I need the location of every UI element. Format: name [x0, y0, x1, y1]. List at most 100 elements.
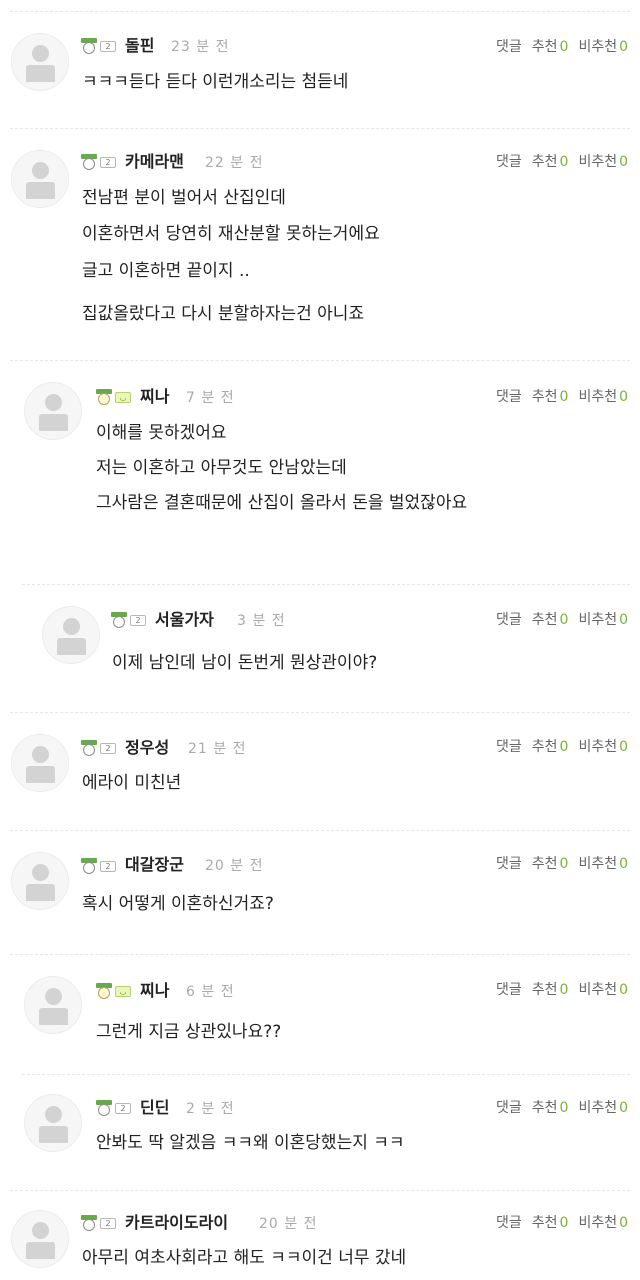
comment-actions: 댓글 추천 0 비추천 0: [486, 980, 628, 1000]
level-badge: 2: [81, 38, 116, 54]
recommend-label: 추천: [531, 856, 558, 872]
level-tag: 2: [100, 40, 116, 52]
comment-text: 안봐도 딱 알겠음 ㅋㅋ왜 이혼당했는지 ㅋㅋ: [96, 1133, 405, 1153]
avatar[interactable]: [11, 33, 69, 91]
comment-time: 20 분 전: [259, 1216, 318, 1232]
level-badge: 2: [81, 858, 116, 874]
reply-button[interactable]: 댓글: [496, 389, 522, 405]
recommend-count: 0: [559, 389, 569, 405]
comment-author[interactable]: 돌핀: [125, 36, 154, 56]
comment-actions: 댓글 추천 0 비추천 0: [486, 37, 628, 57]
comment-time: 21 분 전: [188, 741, 247, 757]
reply-button[interactable]: 댓글: [496, 1215, 522, 1231]
not-recommend-button[interactable]: 비추천 0: [578, 856, 628, 872]
reply-button[interactable]: 댓글: [496, 1100, 522, 1116]
comment-actions: 댓글 추천 0 비추천 0: [486, 387, 628, 407]
not-recommend-button[interactable]: 비추천 0: [578, 39, 628, 55]
not-recommend-button[interactable]: 비추천 0: [578, 1100, 628, 1116]
level-tag: 2: [100, 1217, 116, 1229]
comment-text: 저는 이혼하고 아무것도 안남았는데: [96, 458, 347, 478]
not-recommend-label: 비추천: [578, 982, 618, 998]
not-recommend-count: 0: [619, 856, 628, 872]
not-recommend-count: 0: [619, 39, 628, 55]
comment-author[interactable]: 대갈장군: [125, 855, 184, 875]
recommend-count: 0: [559, 39, 569, 55]
comment-author[interactable]: 찌나: [140, 981, 169, 1001]
avatar[interactable]: [11, 150, 69, 208]
recommend-button[interactable]: 추천 0: [532, 739, 569, 755]
comment-author[interactable]: 찌나: [140, 387, 169, 407]
reply-button[interactable]: 댓글: [496, 39, 522, 55]
level-tag: 2: [115, 1102, 131, 1114]
comment-text: 전남편 분이 벌어서 산집인데: [82, 188, 286, 208]
not-recommend-label: 비추천: [578, 154, 618, 170]
comment-item: 2 카메라맨 22 분 전 댓글 추천 0 비추천 0 전남편 분이 벌어서 산집인데 …: [0, 128, 640, 360]
level-tag: 2: [130, 614, 146, 626]
level-tag: 2: [100, 742, 116, 754]
not-recommend-button[interactable]: 비추천 0: [578, 612, 628, 628]
recommend-count: 0: [559, 612, 569, 628]
avatar[interactable]: [11, 1210, 69, 1268]
avatar[interactable]: [42, 606, 100, 664]
comment-item: 2 정우성 21 분 전 댓글 추천 0 비추천 0 에라이 미친년: [0, 712, 640, 830]
medal-icon: [111, 612, 127, 628]
recommend-button[interactable]: 추천 0: [532, 389, 569, 405]
recommend-label: 추천: [531, 39, 558, 55]
level-tag: 2: [100, 860, 116, 872]
comment-time: 7 분 전: [186, 390, 235, 406]
comment-item: 2 딘딘 2 분 전 댓글 추천 0 비추천 0 안봐도 딱 알겠음 ㅋㅋ왜 이혼당했는…: [0, 1074, 640, 1190]
comment-time: 22 분 전: [205, 155, 264, 171]
medal-icon: [81, 740, 97, 756]
comment-text: 이혼하면서 당연히 재산분할 못하는거에요: [82, 224, 380, 244]
reply-button[interactable]: 댓글: [496, 982, 522, 998]
recommend-button[interactable]: 추천 0: [532, 1100, 569, 1116]
recommend-label: 추천: [531, 739, 558, 755]
comment-author[interactable]: 딘딘: [140, 1098, 169, 1118]
reply-button[interactable]: 댓글: [496, 739, 522, 755]
avatar[interactable]: [11, 852, 69, 910]
avatar[interactable]: [24, 1094, 82, 1152]
reply-button[interactable]: 댓글: [496, 612, 522, 628]
recommend-button[interactable]: 추천 0: [532, 856, 569, 872]
comment-time: 2 분 전: [186, 1101, 235, 1117]
recommend-button[interactable]: 추천 0: [532, 39, 569, 55]
medal-icon: [96, 389, 112, 405]
comment-author[interactable]: 카메라맨: [125, 152, 184, 172]
medal-icon: [96, 983, 112, 999]
not-recommend-button[interactable]: 비추천 0: [578, 154, 628, 170]
comment-item: 2 서울가자 3 분 전 댓글 추천 0 비추천 0 이제 남인데 남이 돈번게 뭔상관…: [0, 584, 640, 712]
comment-author[interactable]: 서울가자: [155, 610, 214, 630]
recommend-button[interactable]: 추천 0: [532, 154, 569, 170]
not-recommend-button[interactable]: 비추천 0: [578, 739, 628, 755]
avatar[interactable]: [11, 734, 69, 792]
not-recommend-button[interactable]: 비추천 0: [578, 982, 628, 998]
comment-text: 아무리 여초사회라고 해도 ㅋㅋ이건 너무 갔네: [82, 1248, 407, 1268]
comment-actions: 댓글 추천 0 비추천 0: [486, 854, 628, 874]
avatar[interactable]: [24, 976, 82, 1034]
not-recommend-count: 0: [619, 1100, 628, 1116]
reply-button[interactable]: 댓글: [496, 856, 522, 872]
level-badge: ◡: [96, 389, 131, 405]
recommend-button[interactable]: 추천 0: [532, 982, 569, 998]
not-recommend-button[interactable]: 비추천 0: [578, 389, 628, 405]
comment-item: 2 돌핀 23 분 전 댓글 추천 0 비추천 0 ㅋㅋㅋ듣다 듣다 이런개소리는 첨듣…: [0, 0, 640, 128]
not-recommend-label: 비추천: [578, 612, 618, 628]
avatar[interactable]: [24, 382, 82, 440]
not-recommend-button[interactable]: 비추천 0: [578, 1215, 628, 1231]
not-recommend-count: 0: [619, 739, 628, 755]
comment-item: 2 대갈장군 20 분 전 댓글 추천 0 비추천 0 혹시 어떻게 이혼하신거죠?: [0, 830, 640, 954]
recommend-label: 추천: [531, 1100, 558, 1116]
reply-button[interactable]: 댓글: [496, 154, 522, 170]
comment-author[interactable]: 카트라이도라이: [125, 1213, 228, 1233]
comment-text: 에라이 미친년: [82, 773, 182, 793]
comment-actions: 댓글 추천 0 비추천 0: [486, 1098, 628, 1118]
comment-author[interactable]: 정우성: [125, 738, 169, 758]
recommend-count: 0: [559, 1215, 569, 1231]
recommend-count: 0: [559, 982, 569, 998]
recommend-button[interactable]: 추천 0: [532, 612, 569, 628]
comment-text: 집값올랐다고 다시 분할하자는건 아니죠: [82, 304, 365, 324]
recommend-button[interactable]: 추천 0: [532, 1215, 569, 1231]
comment-item: 2 카트라이도라이 20 분 전 댓글 추천 0 비추천 0 아무리 여초사회라고 해도…: [0, 1190, 640, 1280]
recommend-count: 0: [559, 154, 569, 170]
not-recommend-count: 0: [619, 1215, 628, 1231]
